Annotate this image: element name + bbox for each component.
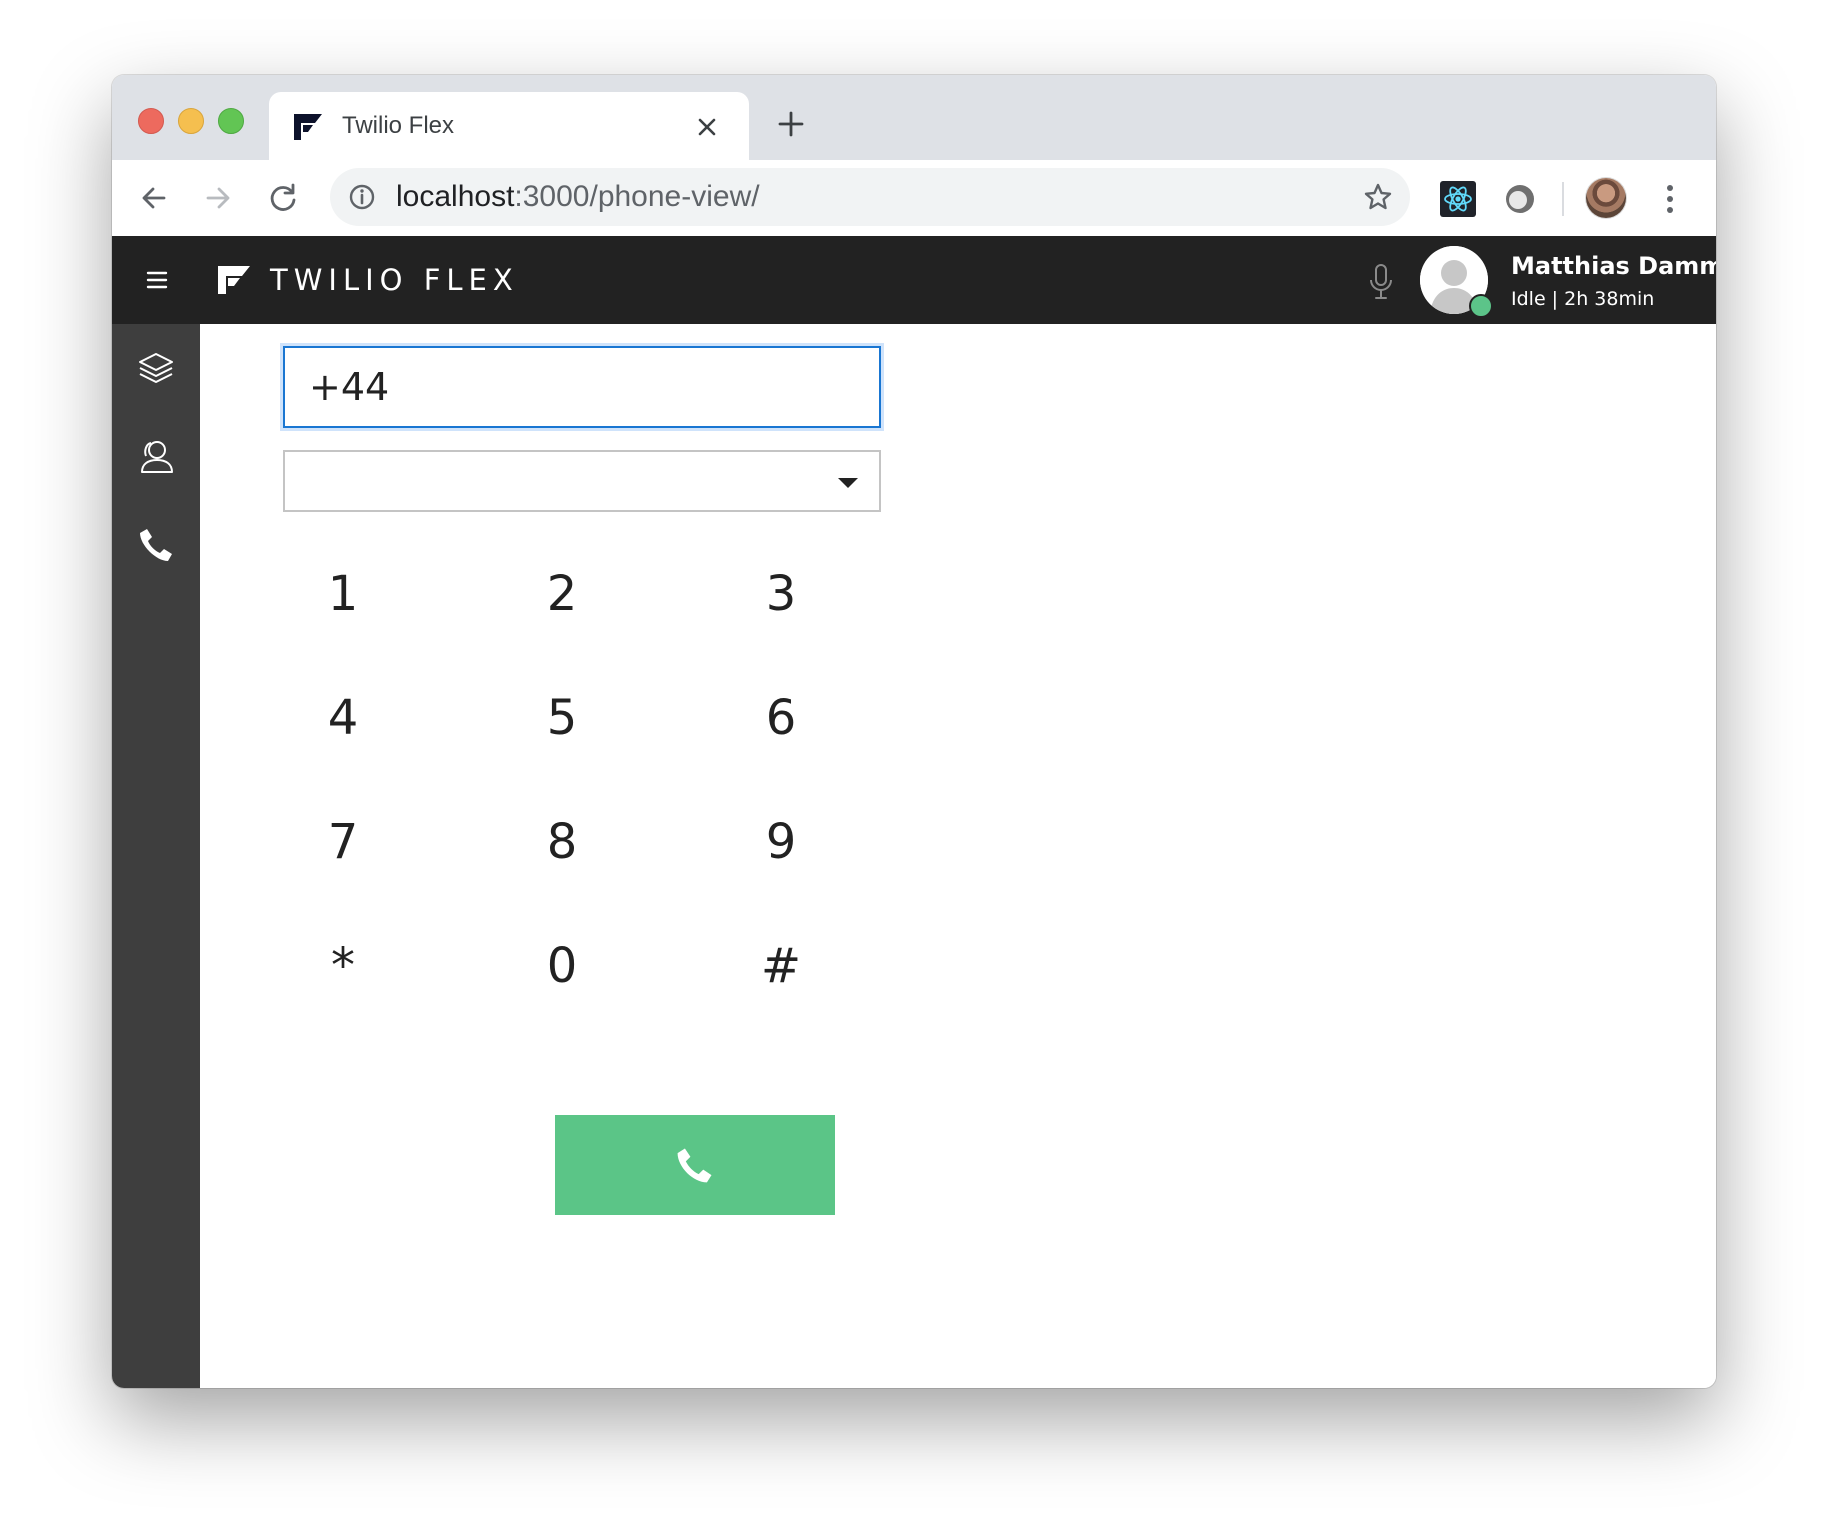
side-nav <box>112 324 200 1388</box>
activity-status-indicator <box>1469 294 1493 318</box>
dialpad-key-hash[interactable]: # <box>721 916 841 1016</box>
extension-circle-icon[interactable] <box>1503 182 1537 216</box>
dialpad-key-8[interactable]: 8 <box>502 792 622 892</box>
twilio-flex-logo-icon <box>218 266 250 294</box>
close-window-button[interactable] <box>138 108 164 134</box>
dialpad: 1 2 3 4 5 6 7 8 9 * 0 # <box>283 544 881 1040</box>
toolbar-divider <box>1562 182 1564 216</box>
dialpad-key-9[interactable]: 9 <box>721 792 841 892</box>
agents-icon[interactable] <box>132 434 180 482</box>
dialpad-key-5[interactable]: 5 <box>502 668 622 768</box>
react-logo-icon <box>1444 186 1472 212</box>
dialpad-key-star[interactable]: * <box>283 916 403 1016</box>
reload-icon[interactable] <box>263 178 303 218</box>
tab-title: Twilio Flex <box>342 112 455 139</box>
chevron-down-icon <box>838 478 858 488</box>
dialpad-key-1[interactable]: 1 <box>283 544 403 644</box>
tab-strip: Twilio Flex <box>112 75 1716 160</box>
dialpad-key-6[interactable]: 6 <box>721 668 841 768</box>
url-host: localhost <box>396 180 515 213</box>
minimize-window-button[interactable] <box>178 108 204 134</box>
plus-icon[interactable] <box>776 109 806 139</box>
dialpad-key-7[interactable]: 7 <box>283 792 403 892</box>
dialpad-key-0[interactable]: 0 <box>502 916 622 1016</box>
more-vert-icon[interactable] <box>1660 179 1680 219</box>
star-icon[interactable] <box>1362 181 1394 213</box>
desktop: Twilio Flex localhost:3000/phone-view/ T… <box>0 0 1828 1536</box>
browser-toolbar: localhost:3000/phone-view/ <box>112 160 1716 237</box>
url-path: :3000/phone-view/ <box>514 180 760 213</box>
react-devtools-icon[interactable] <box>1440 181 1476 217</box>
address-bar[interactable]: localhost:3000/phone-view/ <box>330 168 1410 226</box>
profile-avatar[interactable] <box>1586 178 1626 218</box>
dialpad-key-2[interactable]: 2 <box>502 544 622 644</box>
maximize-window-button[interactable] <box>218 108 244 134</box>
hamburger-icon[interactable] <box>142 266 172 294</box>
phone-number-input[interactable] <box>283 346 881 428</box>
call-button[interactable] <box>555 1115 835 1215</box>
info-icon[interactable] <box>348 183 376 211</box>
phone-icon[interactable] <box>132 521 180 569</box>
caller-id-select[interactable] <box>283 450 881 512</box>
flex-main-header: TWILIO FLEX Matthias Damm Idle | 2h 38mi… <box>112 236 1716 324</box>
url-text: localhost:3000/phone-view/ <box>396 179 760 215</box>
dialpad-key-3[interactable]: 3 <box>721 544 841 644</box>
microphone-icon[interactable] <box>1366 262 1396 302</box>
brand-title: TWILIO FLEX <box>270 263 519 297</box>
phone-icon <box>677 1148 712 1183</box>
arrow-back-icon[interactable] <box>134 178 174 218</box>
tab-twilio-flex[interactable]: Twilio Flex <box>269 92 749 160</box>
arrow-forward-icon[interactable] <box>198 178 238 218</box>
user-activity-status[interactable]: Idle | 2h 38min <box>1511 286 1654 312</box>
phone-view-content: 1 2 3 4 5 6 7 8 9 * 0 # <box>200 324 1716 1388</box>
browser-window: Twilio Flex localhost:3000/phone-view/ T… <box>112 75 1716 1388</box>
close-icon[interactable] <box>692 112 722 142</box>
layers-icon[interactable] <box>132 346 180 394</box>
user-name[interactable]: Matthias Damm <box>1511 249 1716 283</box>
twilio-flex-logo-icon <box>294 114 322 140</box>
dialpad-key-4[interactable]: 4 <box>283 668 403 768</box>
